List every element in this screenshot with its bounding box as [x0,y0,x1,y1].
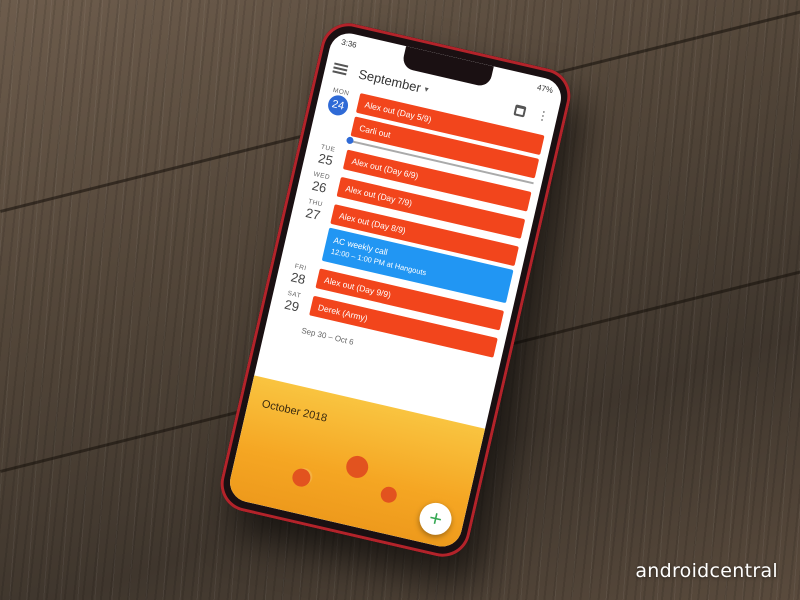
phone-screen: 3:36 47% September ▾ ⋮ MON 24 Alex out (Da… [226,29,565,551]
month-banner: October 2018 + [226,375,486,551]
hamburger-menu-icon[interactable] [332,62,349,76]
phone: 3:36 47% September ▾ ⋮ MON 24 Alex out (Da… [215,17,576,563]
tree-illustration [344,453,371,481]
chevron-down-icon[interactable]: ▾ [424,84,430,94]
day-number: 24 [326,93,351,118]
tree-illustration [379,485,399,505]
status-time: 3:36 [340,37,358,50]
today-calendar-icon[interactable] [513,103,527,118]
current-time-dot [345,136,355,145]
more-options-icon[interactable]: ⋮ [536,108,551,124]
status-battery: 47% [536,82,554,95]
create-event-button[interactable]: + [416,499,455,539]
banner-title: October 2018 [260,398,329,425]
watermark-logo: androidcentral [635,560,778,582]
agenda-list: MON 24 Alex out (Day 5/9) Carli out TUE 25 Ale… [263,84,553,392]
tree-illustration [290,466,313,489]
